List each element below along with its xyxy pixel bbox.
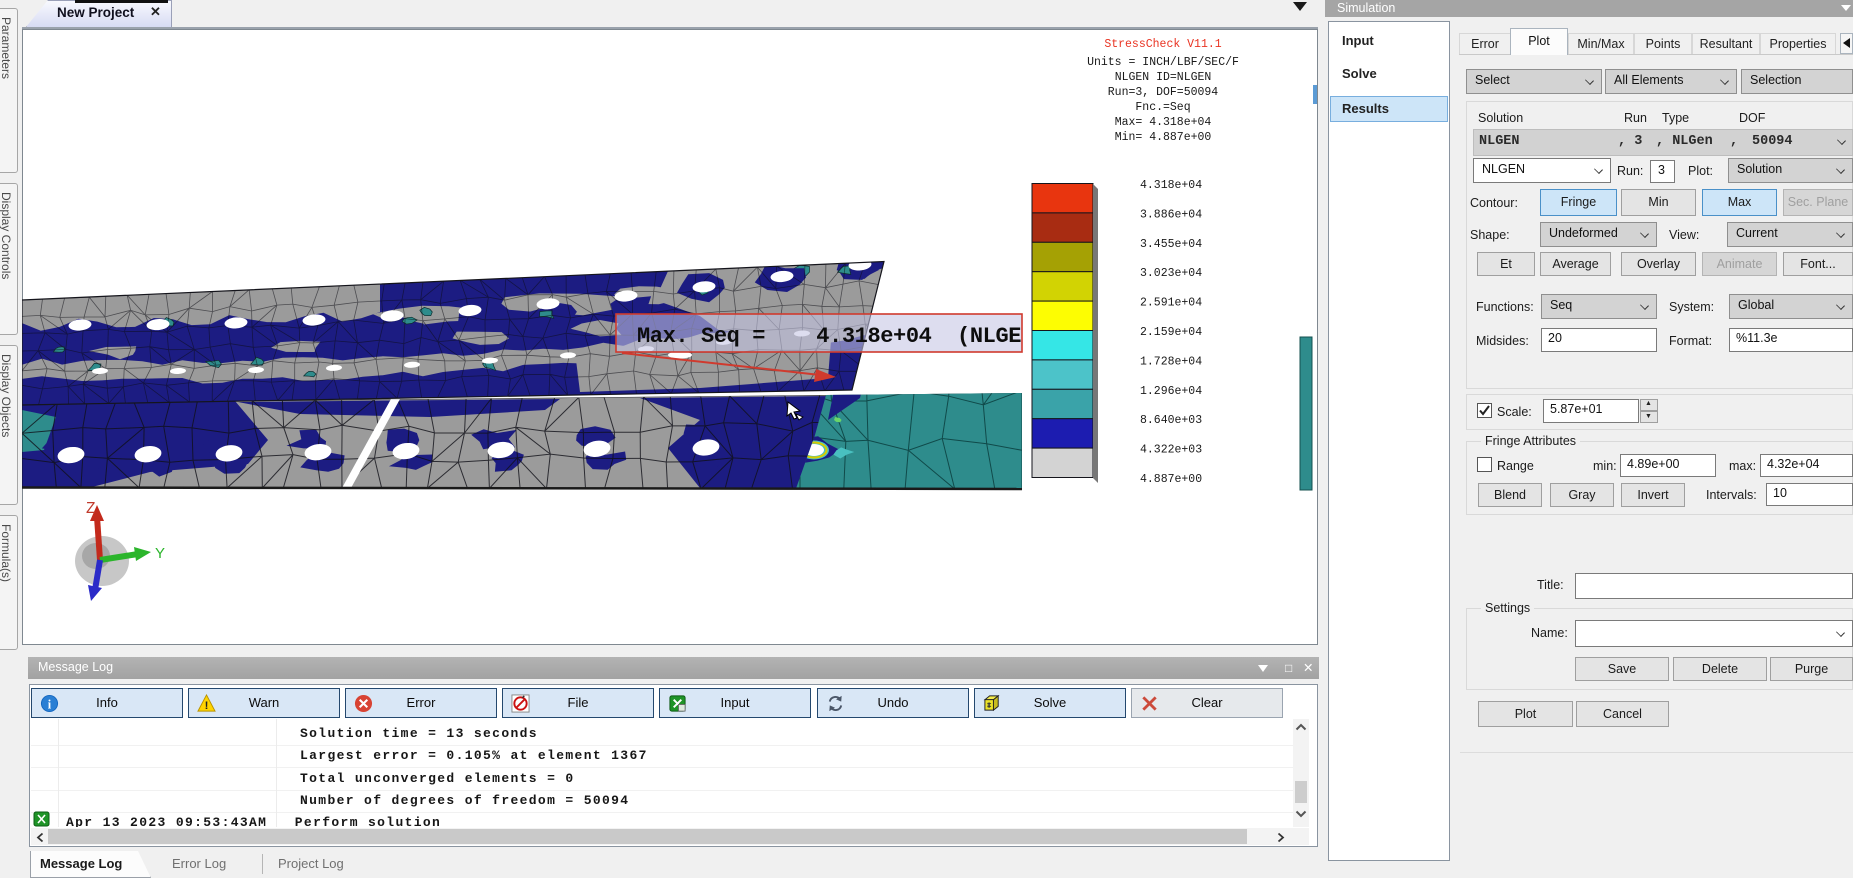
svg-text:Z: Z bbox=[86, 500, 95, 517]
svg-text:StressCheck V11.1: StressCheck V11.1 bbox=[1104, 38, 1221, 51]
svg-text:Fnc.=Seq: Fnc.=Seq bbox=[1135, 101, 1190, 114]
svg-text:4.322e+03: 4.322e+03 bbox=[1140, 444, 1202, 457]
svg-text:NLGEN ID=NLGEN: NLGEN ID=NLGEN bbox=[1115, 71, 1212, 84]
svg-text:4.887e+00: 4.887e+00 bbox=[1140, 473, 1202, 486]
svg-text:Min= 4.887e+00: Min= 4.887e+00 bbox=[1115, 131, 1212, 144]
svg-text:Max= 4.318e+04: Max= 4.318e+04 bbox=[1115, 116, 1212, 129]
svg-text:Run=3, DOF=50094: Run=3, DOF=50094 bbox=[1108, 86, 1219, 99]
svg-text:2.159e+04: 2.159e+04 bbox=[1140, 326, 1202, 339]
svg-text:1.728e+04: 1.728e+04 bbox=[1140, 355, 1202, 368]
svg-text:2.591e+04: 2.591e+04 bbox=[1140, 297, 1202, 310]
svg-text:Units = INCH/LBF/SEC/F: Units = INCH/LBF/SEC/F bbox=[1087, 56, 1239, 69]
svg-text:Y: Y bbox=[155, 545, 165, 562]
svg-text:Max. Seq = 4.318e+04 (NLGE: Max. Seq = 4.318e+04 (NLGE bbox=[637, 324, 1021, 349]
svg-text:3.455e+04: 3.455e+04 bbox=[1140, 238, 1202, 251]
svg-text:4.318e+04: 4.318e+04 bbox=[1140, 179, 1202, 192]
svg-text:8.640e+03: 8.640e+03 bbox=[1140, 414, 1202, 427]
svg-text:1.296e+04: 1.296e+04 bbox=[1140, 385, 1202, 398]
svg-text:3.886e+04: 3.886e+04 bbox=[1140, 208, 1202, 221]
svg-text:3.023e+04: 3.023e+04 bbox=[1140, 267, 1202, 280]
